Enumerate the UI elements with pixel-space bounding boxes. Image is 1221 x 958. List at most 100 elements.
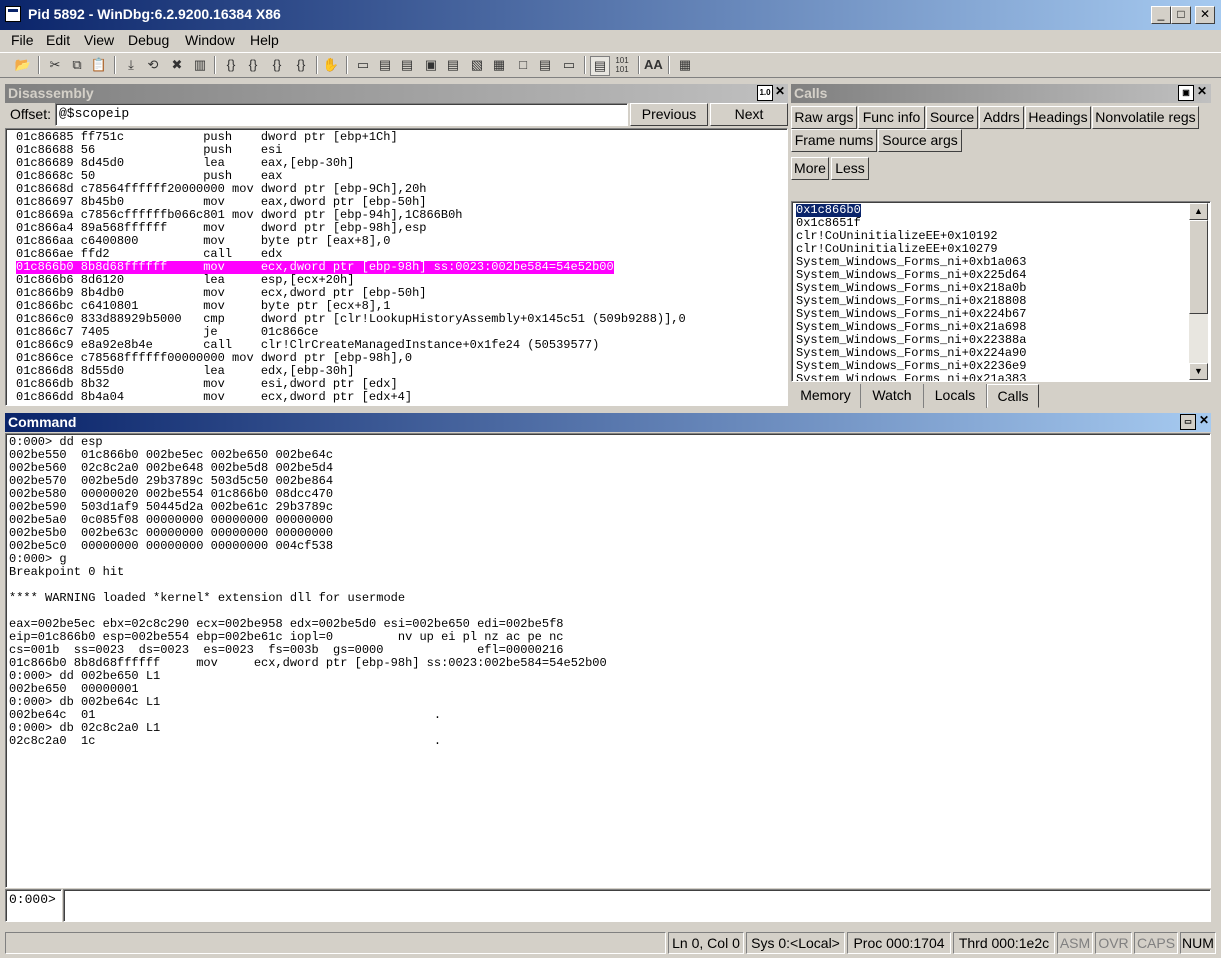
close-pane-icon[interactable]: ✕ bbox=[1197, 414, 1211, 428]
go-icon[interactable]: ⤓ bbox=[122, 56, 140, 74]
menu-view[interactable]: View bbox=[84, 32, 114, 48]
close-pane-icon[interactable]: ✕ bbox=[773, 85, 787, 99]
offset-input[interactable]: @$scopeip bbox=[55, 103, 628, 126]
command-output-line: Breakpoint 0 hit bbox=[9, 565, 125, 579]
less-button[interactable]: Less bbox=[831, 157, 869, 180]
hand-icon[interactable]: ✋ bbox=[322, 56, 340, 74]
command-output-line: **** WARNING loaded *kernel* extension d… bbox=[9, 591, 406, 605]
toolbar-separator bbox=[38, 56, 40, 74]
toolbar-separator bbox=[638, 56, 640, 74]
status-asm: ASM bbox=[1057, 932, 1093, 954]
menu-help[interactable]: Help bbox=[250, 32, 279, 48]
registers-window-icon[interactable]: ▣ bbox=[422, 56, 440, 74]
scroll-thumb[interactable] bbox=[1189, 220, 1208, 314]
step-into-icon[interactable]: {} bbox=[222, 56, 240, 74]
scratch-pad-icon[interactable]: □ bbox=[514, 56, 532, 74]
restart-icon[interactable]: ⟲ bbox=[144, 56, 162, 74]
more-button[interactable]: More bbox=[791, 157, 829, 180]
func-info-button[interactable]: Func info bbox=[858, 106, 925, 129]
hex-display-icon[interactable]: 101 101 bbox=[612, 56, 632, 74]
toolbar: 📂 ✂ ⧉ 📋 ⤓ ⟲ ✖ ▥ {} {} {} {} ✋ ▭ ▤ ▤ ▣ ▤ … bbox=[0, 52, 1221, 78]
close-pane-icon[interactable]: ✕ bbox=[1195, 85, 1209, 99]
status-caps: CAPS bbox=[1134, 932, 1178, 954]
options-icon[interactable]: ▦ bbox=[676, 56, 694, 74]
tab-locals[interactable]: Locals bbox=[924, 384, 987, 408]
toolbar-separator bbox=[114, 56, 116, 74]
cut-icon[interactable]: ✂ bbox=[46, 56, 64, 74]
toolbar-separator bbox=[668, 56, 670, 74]
maximize-button[interactable]: □ bbox=[1171, 6, 1191, 24]
raw-args-button[interactable]: Raw args bbox=[791, 106, 857, 129]
status-thrd: Thrd 000:1e2c bbox=[953, 932, 1055, 954]
toolbar-separator bbox=[316, 56, 318, 74]
command-output[interactable]: 0:000> dd esp 002be550 01c866b0 002be5ec … bbox=[5, 433, 1211, 888]
source-button[interactable]: Source bbox=[926, 106, 978, 129]
command-window-icon[interactable]: ▭ bbox=[1180, 414, 1196, 430]
tab-watch[interactable]: Watch bbox=[861, 384, 924, 408]
status-proc: Proc 000:1704 bbox=[847, 932, 951, 954]
calls-title: Calls bbox=[794, 85, 828, 101]
locals-window-icon[interactable]: ▤ bbox=[398, 56, 416, 74]
close-button[interactable]: ✕ bbox=[1195, 6, 1215, 24]
dock-icon[interactable]: 1.0 bbox=[757, 85, 773, 101]
source-mode-icon[interactable]: ▤ bbox=[536, 56, 554, 74]
status-ovr: OVR bbox=[1095, 932, 1132, 954]
hex-label-top: 101 bbox=[615, 56, 629, 65]
hex-label-bottom: 101 bbox=[615, 65, 629, 74]
status-sys: Sys 0:<Local> bbox=[746, 932, 845, 954]
call-frame[interactable]: System_Windows_Forms_ni+0x21a383 bbox=[796, 373, 1026, 382]
step-over-icon[interactable]: {} bbox=[244, 56, 262, 74]
menu-edit[interactable]: Edit bbox=[46, 32, 70, 48]
menu-debug[interactable]: Debug bbox=[128, 32, 169, 48]
disassembly-title: Disassembly bbox=[8, 85, 94, 101]
command-prompt: 0:000> bbox=[5, 889, 62, 922]
font-icon[interactable]: AA bbox=[644, 56, 663, 74]
disassembly-view[interactable]: 01c86685 ff751c push dword ptr [ebp+1Ch]… bbox=[5, 128, 788, 406]
next-button[interactable]: Next bbox=[710, 103, 788, 126]
toolbar-separator bbox=[346, 56, 348, 74]
previous-button[interactable]: Previous bbox=[630, 103, 708, 126]
scroll-down-icon[interactable]: ▼ bbox=[1189, 363, 1208, 380]
command-input[interactable] bbox=[63, 889, 1211, 922]
frame-nums-button[interactable]: Frame nums bbox=[791, 129, 877, 152]
memory-window-icon[interactable]: ▤ bbox=[444, 56, 462, 74]
addrs-button[interactable]: Addrs bbox=[979, 106, 1024, 129]
command-window-icon[interactable]: ▭ bbox=[354, 56, 372, 74]
minimize-button[interactable]: _ bbox=[1151, 6, 1171, 24]
open-icon[interactable]: 📂 bbox=[14, 56, 32, 74]
scroll-up-icon[interactable]: ▲ bbox=[1189, 203, 1208, 220]
calls-scrollbar[interactable]: ▲ ▼ bbox=[1189, 203, 1208, 380]
status-message bbox=[5, 932, 666, 954]
call-stack-list[interactable]: 0x1c866b0 0x1c8651f clr!CoUninitializeEE+0… bbox=[791, 201, 1211, 382]
headings-button[interactable]: Headings bbox=[1025, 106, 1091, 129]
break-icon[interactable]: ▥ bbox=[191, 56, 209, 74]
watch-window-icon[interactable]: ▤ bbox=[376, 56, 394, 74]
step-out-icon[interactable]: {} bbox=[268, 56, 286, 74]
tab-memory[interactable]: Memory bbox=[791, 384, 861, 408]
nonvolatile-regs-button[interactable]: Nonvolatile regs bbox=[1092, 106, 1199, 129]
run-to-cursor-icon[interactable]: {} bbox=[292, 56, 310, 74]
toolbar-separator bbox=[584, 56, 586, 74]
menu-file[interactable]: File bbox=[11, 32, 34, 48]
call-stack-window-icon[interactable]: ▧ bbox=[468, 56, 486, 74]
menu-bar: File Edit View Debug Window Help bbox=[0, 30, 1221, 52]
menu-window[interactable]: Window bbox=[185, 32, 235, 48]
disassembly-title-bar: Disassembly 1.0 ✕ bbox=[5, 84, 788, 103]
command-title-bar: Command ▭ ✕ bbox=[5, 413, 1211, 432]
offset-label: Offset: bbox=[10, 106, 51, 122]
disassembly-window-icon[interactable]: ▦ bbox=[490, 56, 508, 74]
source-mode-toggle-icon[interactable]: ▤ bbox=[590, 56, 610, 76]
paste-icon[interactable]: 📋 bbox=[90, 56, 108, 74]
title-bar: Pid 5892 - WinDbg:6.2.9200.16384 X86 _ □… bbox=[0, 0, 1221, 30]
app-icon[interactable] bbox=[5, 6, 21, 22]
copy-icon[interactable]: ⧉ bbox=[68, 56, 86, 74]
tab-calls[interactable]: Calls bbox=[987, 384, 1039, 408]
stop-debugging-icon[interactable]: ✖ bbox=[168, 56, 186, 74]
command-output-line: 02c8c2a0 1c . bbox=[9, 734, 442, 748]
source-args-button[interactable]: Source args bbox=[878, 129, 962, 152]
toolbar-separator bbox=[214, 56, 216, 74]
hex-mode-icon[interactable]: ▭ bbox=[560, 56, 578, 74]
status-position: Ln 0, Col 0 bbox=[668, 932, 744, 954]
disassembly-line[interactable]: 01c866dd 8b4a04 mov ecx,dword ptr [edx+4… bbox=[16, 391, 412, 404]
dock-icon[interactable]: ▣ bbox=[1178, 85, 1194, 101]
